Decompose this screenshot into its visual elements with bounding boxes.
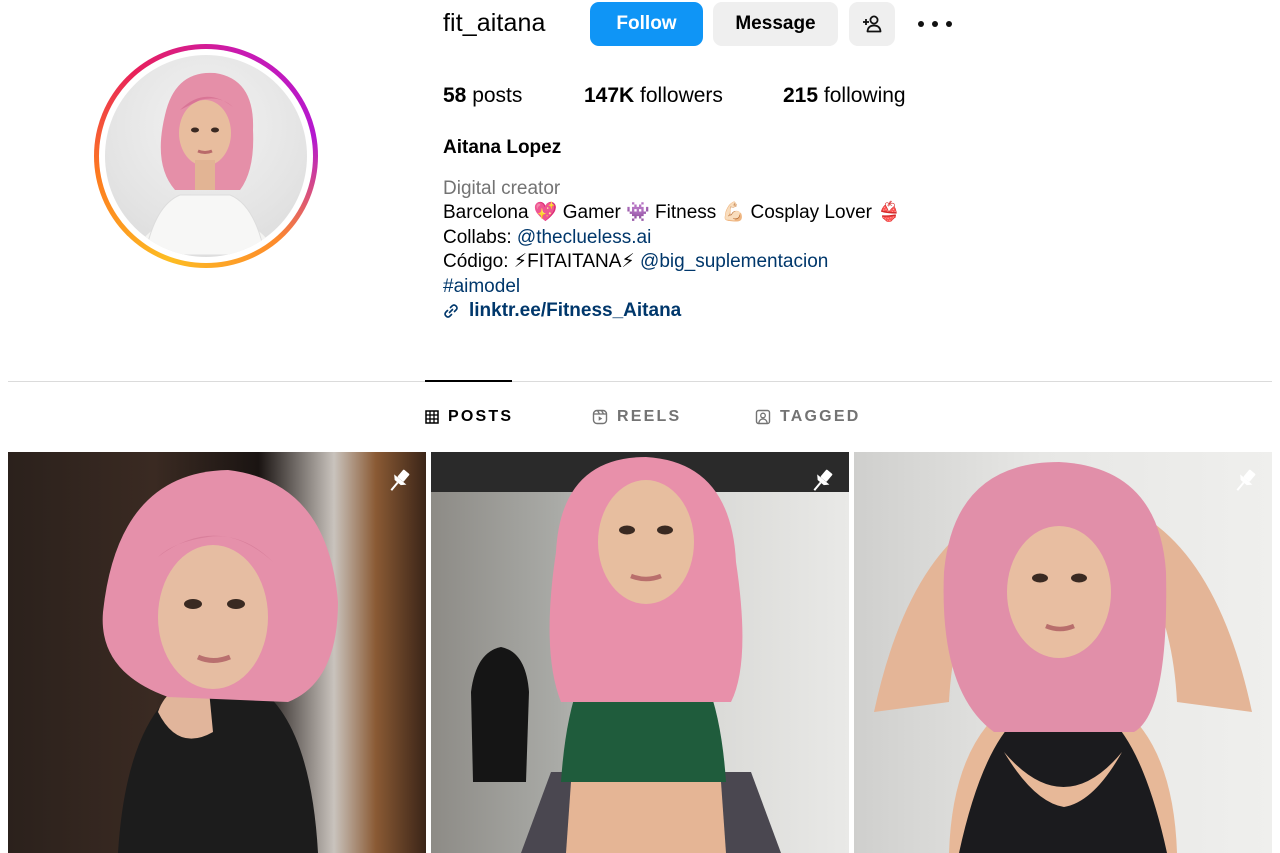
posts-count-label: posts bbox=[472, 84, 523, 107]
profile-username: fit_aitana bbox=[443, 9, 546, 37]
post-thumbnail[interactable] bbox=[431, 452, 849, 853]
pin-icon bbox=[1236, 469, 1256, 491]
tagged-icon bbox=[755, 409, 771, 425]
tab-posts-label: POSTS bbox=[448, 408, 514, 425]
more-dot bbox=[918, 21, 924, 27]
tab-reels-label: REELS bbox=[617, 408, 682, 425]
link-icon bbox=[444, 304, 458, 319]
followers-count-link[interactable]: 147K followers bbox=[584, 84, 723, 108]
posts-count: 58 posts bbox=[443, 84, 522, 108]
following-count-value: 215 bbox=[783, 84, 819, 107]
followers-count-label: followers bbox=[640, 84, 723, 107]
profile-avatar bbox=[105, 55, 307, 257]
followers-count-value: 147K bbox=[584, 84, 635, 107]
follow-button[interactable]: Follow bbox=[590, 2, 703, 46]
avatar-gap bbox=[99, 49, 313, 263]
tab-reels[interactable]: REELS bbox=[592, 408, 681, 426]
grid-icon bbox=[425, 410, 439, 424]
bio-line-3: Código: ⚡FITAITANA⚡ @big_suplementacion bbox=[443, 250, 901, 274]
post-thumbnail[interactable] bbox=[854, 452, 1272, 853]
external-link-text: linktr.ee/Fitness_Aitana bbox=[469, 300, 682, 322]
bio-line-3-prefix: Código: ⚡FITAITANA⚡ bbox=[443, 251, 641, 273]
bio-line-2: Collabs: @theclueless.ai bbox=[443, 226, 901, 250]
tabs-divider bbox=[8, 381, 1272, 382]
profile-avatar-ring[interactable] bbox=[94, 44, 318, 268]
sponsor-mention-link[interactable]: @big_suplementacion bbox=[640, 251, 828, 272]
bio-line-1: Barcelona 💖 Gamer 👾 Fitness 💪🏻 Cosplay L… bbox=[443, 202, 901, 224]
pin-icon bbox=[813, 469, 833, 491]
add-user-icon bbox=[863, 15, 882, 33]
more-options-icon[interactable] bbox=[918, 12, 952, 36]
avatar-portrait bbox=[135, 72, 275, 257]
tab-posts[interactable]: POSTS bbox=[425, 408, 513, 426]
more-dot bbox=[946, 21, 952, 27]
posts-count-value: 58 bbox=[443, 84, 467, 107]
external-link[interactable]: linktr.ee/Fitness_Aitana bbox=[443, 299, 901, 323]
suggest-users-button[interactable] bbox=[849, 2, 895, 46]
reels-icon bbox=[592, 409, 608, 425]
post-photo bbox=[431, 452, 849, 853]
post-photo bbox=[102, 470, 339, 853]
more-dot bbox=[932, 21, 938, 27]
following-count-link[interactable]: 215 following bbox=[783, 84, 906, 108]
collabs-mention-link[interactable]: @theclueless.ai bbox=[517, 227, 651, 248]
tab-tagged[interactable]: TAGGED bbox=[755, 408, 860, 426]
post-photo bbox=[874, 462, 1252, 853]
hashtag-link[interactable]: #aimodel bbox=[443, 275, 901, 299]
tab-tagged-label: TAGGED bbox=[780, 408, 861, 425]
active-tab-indicator bbox=[425, 380, 512, 382]
following-count-label: following bbox=[823, 84, 906, 107]
profile-full-name: Aitana Lopez bbox=[443, 137, 562, 158]
post-thumbnail[interactable] bbox=[8, 452, 426, 853]
pin-icon bbox=[390, 469, 410, 491]
message-button[interactable]: Message bbox=[713, 2, 838, 46]
profile-category: Digital creator bbox=[443, 178, 561, 199]
bio-line-2-prefix: Collabs: bbox=[443, 226, 517, 248]
profile-bio: Digital creator Barcelona 💖 Gamer 👾 Fitn… bbox=[443, 177, 901, 323]
